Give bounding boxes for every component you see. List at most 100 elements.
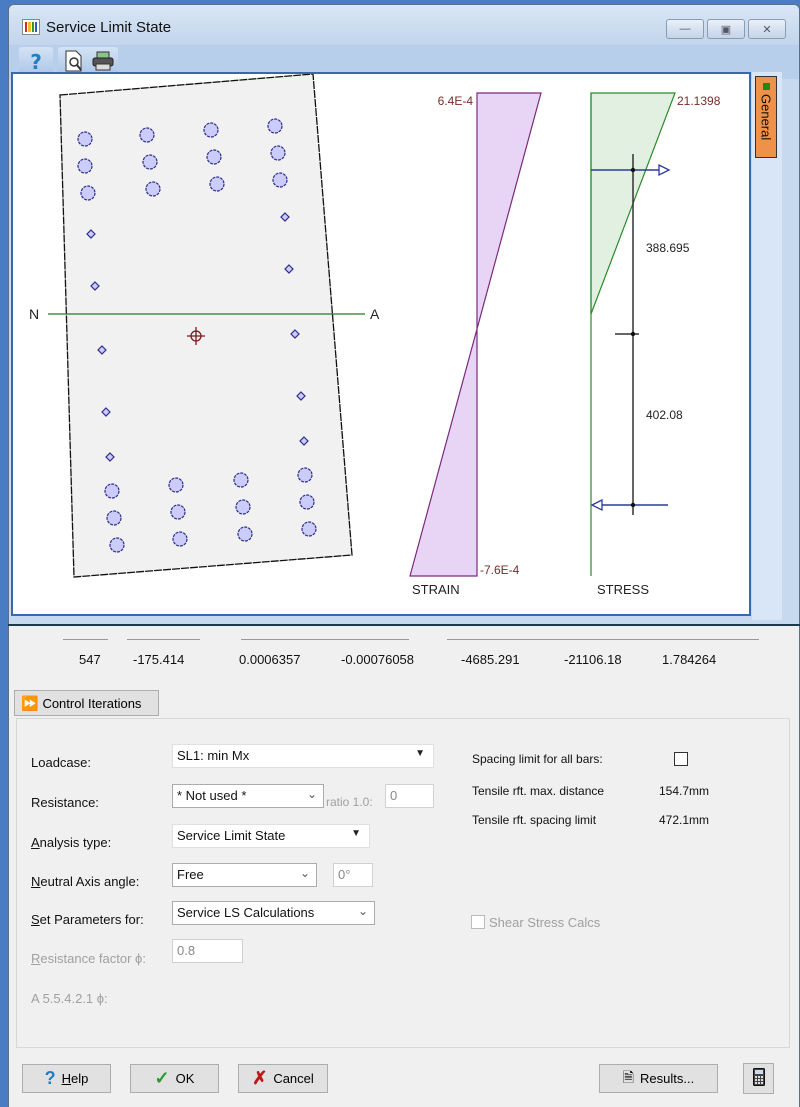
title-bar: Service Limit State — ▣ ✕ <box>9 5 799 45</box>
neutral-axis-label: Neutral Axis angle: <box>31 874 140 889</box>
neutral-axis-label-n: N <box>29 306 39 322</box>
section-diagram-svg: N A 6.4E-4 -7.6E-4 STRAIN 21.1398 STRESS… <box>29 74 721 597</box>
cancel-label: Cancel <box>273 1071 314 1086</box>
control-iterations-button[interactable]: ⏩ Control Iterations <box>14 690 159 716</box>
double-chevron-right-icon: ⏩ <box>21 694 39 711</box>
strain-bottom-value: -7.6E-4 <box>480 563 520 577</box>
a5542-label: A 5.5.4.2.1 ϕ: <box>31 991 108 1006</box>
stress-top-value: 21.1398 <box>677 94 721 108</box>
maximize-button[interactable]: ▣ <box>707 19 745 39</box>
tension-arrow-icon <box>590 498 603 512</box>
loadcase-value: SL1: min Mx <box>177 748 250 763</box>
close-icon: ✕ <box>762 23 772 36</box>
lever-arm-upper-value: 388.695 <box>646 241 690 255</box>
rebar-large <box>172 531 188 547</box>
shear-stress-label: Shear Stress Calcs <box>489 915 601 930</box>
rebar-large <box>80 185 96 201</box>
resistance-factor-input[interactable]: 0.8 <box>172 939 243 963</box>
results-button[interactable]: 🗎 Results... <box>599 1064 718 1093</box>
ok-label: OK <box>175 1071 195 1086</box>
tensile-spacing-limit-value: 472.1mm <box>659 813 710 827</box>
minimize-button[interactable]: — <box>666 19 704 39</box>
tensile-max-distance-value: 154.7mm <box>659 784 710 798</box>
summary-divider <box>241 639 409 640</box>
printer-icon[interactable] <box>92 51 114 74</box>
rebar-large <box>142 154 158 170</box>
rebar-large <box>139 127 155 143</box>
close-button[interactable]: ✕ <box>748 19 786 39</box>
compression-arrow-icon <box>658 163 671 177</box>
rebar-large <box>209 176 225 192</box>
summary-value: -21106.18 <box>564 652 622 667</box>
section-diagram-canvas: N A 6.4E-4 -7.6E-4 STRAIN 21.1398 STRESS… <box>11 72 751 616</box>
print-preview-icon[interactable] <box>64 50 84 75</box>
rebar-large <box>235 499 251 515</box>
checkmark-icon: ✓ <box>154 1068 170 1088</box>
ok-button[interactable]: ✓ OK <box>130 1064 219 1093</box>
set-parameters-select[interactable]: Service LS Calculations ⌄ <box>172 901 375 925</box>
help-button[interactable]: ? Help <box>22 1064 111 1093</box>
resistance-select[interactable]: * Not used * ⌄ <box>172 784 324 808</box>
analysis-type-label: Analysis type: <box>31 835 112 850</box>
summary-divider <box>447 639 759 640</box>
summary-value: 1.784264 <box>662 652 717 667</box>
lever-arm-lower-value: 402.08 <box>646 408 683 422</box>
analysis-type-value: Service Limit State <box>177 828 286 843</box>
loadcase-label: Loadcase: <box>31 755 91 770</box>
rebar-large <box>297 467 313 483</box>
summary-divider <box>127 639 200 640</box>
document-icon: 🗎 <box>622 1068 635 1085</box>
dropdown-arrow-icon: ▼ <box>351 828 361 839</box>
strain-diagram <box>409 92 542 577</box>
lever-arm-mid-point <box>630 331 636 337</box>
lower-panel: 547 -175.414 0.0006357 -0.00076058 -4685… <box>9 626 799 1107</box>
resistance-label: Resistance: <box>31 795 99 810</box>
dropdown-arrow-icon: ▼ <box>415 748 425 759</box>
rebar-large <box>233 472 249 488</box>
rebar-large <box>168 477 184 493</box>
tab-indicator-icon <box>762 83 770 90</box>
maximize-icon: ▣ <box>720 23 732 36</box>
cancel-button[interactable]: ✗ Cancel <box>238 1064 328 1093</box>
rebar-large <box>106 510 122 526</box>
question-icon: ? <box>44 1068 56 1088</box>
rebar-large <box>272 172 288 188</box>
rebar-large <box>145 181 161 197</box>
calculator-button[interactable] <box>743 1063 774 1094</box>
results-label: Results... <box>640 1071 695 1086</box>
tab-general[interactable]: General <box>755 76 777 158</box>
neutral-axis-angle-input[interactable]: 0° <box>333 863 373 887</box>
tensile-spacing-limit-label: Tensile rft. spacing limit <box>472 813 597 827</box>
resistance-value: * Not used * <box>177 788 247 803</box>
control-iterations-label: Control Iterations <box>42 695 142 711</box>
rebar-large <box>299 494 315 510</box>
shear-stress-checkbox[interactable] <box>471 915 485 929</box>
ratio-label: ratio 1.0: <box>326 795 373 809</box>
summary-value: -4685.291 <box>461 652 520 667</box>
spacing-limit-label: Spacing limit for all bars: <box>472 752 603 766</box>
tab-general-label: General <box>758 94 774 141</box>
summary-value: -175.414 <box>133 652 185 667</box>
neutral-axis-select[interactable]: Free ⌄ <box>172 863 317 887</box>
spacing-limit-checkbox[interactable] <box>674 752 688 766</box>
stress-title: STRESS <box>597 582 649 597</box>
rebar-large <box>77 158 93 174</box>
loadcase-select[interactable]: SL1: min Mx ▼ <box>172 744 434 768</box>
rebar-large <box>301 521 317 537</box>
ratio-input[interactable]: 0 <box>385 784 434 808</box>
strain-top-value: 6.4E-4 <box>438 94 474 108</box>
analysis-type-select[interactable]: Service Limit State ▼ <box>172 824 370 848</box>
rebar-large <box>104 483 120 499</box>
calculator-icon <box>752 1068 765 1089</box>
rebar-large <box>206 149 222 165</box>
tensile-max-distance-label: Tensile rft. max. distance <box>472 784 605 798</box>
compression-force-point <box>630 167 636 173</box>
rebar-large <box>109 537 125 553</box>
window-title: Service Limit State <box>46 19 172 36</box>
resistance-factor-value: 0.8 <box>177 943 196 958</box>
question-icon: ? <box>30 50 42 74</box>
rebar-large <box>170 504 186 520</box>
summary-value: 547 <box>79 652 101 667</box>
summary-divider <box>63 639 108 640</box>
parameters-form: Loadcase: SL1: min Mx ▼ Resistance: * No… <box>16 718 790 1048</box>
